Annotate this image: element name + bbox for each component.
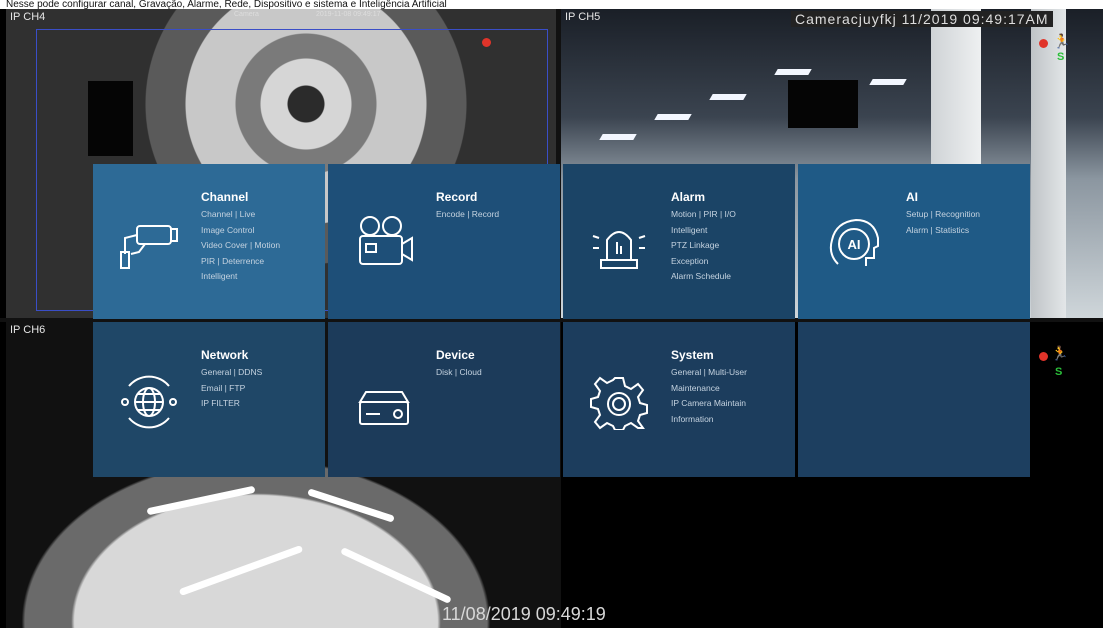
tile-title: AI <box>906 190 918 204</box>
light-reflection <box>178 544 304 597</box>
tile-items: General | DDNS Email | FTP IP FILTER <box>201 365 262 412</box>
menu-tile-channel[interactable]: Channel Channel | Live Image Control Vid… <box>93 164 325 319</box>
tile-item[interactable]: Information <box>671 412 747 428</box>
record-indicator-icon <box>1039 39 1048 48</box>
ceiling-light <box>654 114 692 120</box>
ceiling-light <box>709 94 747 100</box>
ceiling-light <box>599 134 637 140</box>
status-s-badge: S <box>1057 51 1065 63</box>
ceiling-light <box>869 79 907 85</box>
gear-icon <box>590 376 648 430</box>
light-reflection <box>146 485 256 516</box>
osd-text: Cameracjuyfkj 11/2019 09:49:17AM <box>791 11 1053 27</box>
tile-title: Record <box>436 190 478 204</box>
record-indicator-icon <box>1039 352 1048 361</box>
top-banner-text: Nesse pode configurar canal, Gravação, A… <box>0 0 1103 9</box>
cctv-camera-icon <box>120 225 178 269</box>
tile-items: Encode | Record <box>436 207 499 223</box>
tile-item[interactable]: Email | FTP <box>201 381 262 397</box>
tile-item[interactable]: IP FILTER <box>201 396 262 412</box>
human-detection-icon: 🏃 <box>1051 345 1069 361</box>
tile-item[interactable]: Alarm Schedule <box>671 269 736 285</box>
privacy-mask <box>788 80 858 128</box>
menu-tile-ai[interactable]: AI AI Setup | Recognition Alarm | Statis… <box>798 164 1030 319</box>
tile-title: Alarm <box>671 190 706 204</box>
camera-label: IP CH6 <box>10 324 46 336</box>
menu-tile-record[interactable]: Record Encode | Record <box>328 164 560 319</box>
osd-timestamp: 2019-11-08 09:49:17 <box>316 11 381 18</box>
tile-items: Setup | Recognition Alarm | Statistics <box>906 207 980 238</box>
tile-items: Motion | PIR | I/O Intelligent PTZ Linka… <box>671 207 736 285</box>
video-camera-icon <box>359 216 413 265</box>
svg-text:AI: AI <box>848 237 861 252</box>
menu-tile-network[interactable]: Network General | DDNS Email | FTP IP FI… <box>93 322 325 477</box>
camera-label: IP CH5 <box>565 11 601 23</box>
tile-item[interactable]: Image Control <box>201 223 280 239</box>
tile-items: General | Multi-User Maintenance IP Came… <box>671 365 747 427</box>
tile-items: Disk | Cloud <box>436 365 482 381</box>
tile-title: System <box>671 348 714 362</box>
human-detection-icon: 🏃 <box>1053 33 1071 49</box>
tile-item[interactable]: PTZ Linkage <box>671 238 736 254</box>
tile-item[interactable]: Encode | Record <box>436 207 499 223</box>
ceiling-light <box>774 69 812 75</box>
dvr-device-icon <box>358 391 410 425</box>
tile-item[interactable]: Channel | Live <box>201 207 280 223</box>
globe-network-icon <box>121 375 177 429</box>
tile-item[interactable]: General | Multi-User <box>671 365 747 381</box>
tile-item[interactable]: Video Cover | Motion <box>201 238 280 254</box>
tile-item[interactable]: IP Camera Maintain <box>671 396 747 412</box>
tile-title: Network <box>201 348 249 362</box>
status-s-badge: S <box>1055 366 1063 378</box>
tile-item[interactable]: Intelligent <box>201 269 280 285</box>
tile-item[interactable]: Maintenance <box>671 381 747 397</box>
tile-title: Device <box>436 348 475 362</box>
tile-item[interactable]: Setup | Recognition <box>906 207 980 223</box>
menu-tile-empty <box>798 322 1030 477</box>
camera-label: IP CH4 <box>10 11 46 23</box>
tile-item[interactable]: Exception <box>671 254 736 270</box>
light-reflection <box>340 546 452 605</box>
tile-item[interactable]: Alarm | Statistics <box>906 223 980 239</box>
light-reflection <box>307 488 395 523</box>
siren-icon <box>592 231 646 269</box>
record-indicator-icon <box>482 38 491 47</box>
tile-item[interactable]: Intelligent <box>671 223 736 239</box>
menu-tile-system[interactable]: System General | Multi-User Maintenance … <box>563 322 795 477</box>
osd-camera-name: Camera <box>234 11 259 18</box>
menu-tile-device[interactable]: Device Disk | Cloud <box>328 322 560 477</box>
privacy-mask <box>88 81 133 156</box>
ai-head-icon: AI <box>829 218 879 266</box>
tile-item[interactable]: Motion | PIR | I/O <box>671 207 736 223</box>
tile-item[interactable]: PIR | Deterrence <box>201 254 280 270</box>
tile-items: Channel | Live Image Control Video Cover… <box>201 207 280 285</box>
system-clock: 11/08/2019 09:49:19 <box>442 604 606 624</box>
menu-tile-alarm[interactable]: Alarm Motion | PIR | I/O Intelligent PTZ… <box>563 164 795 319</box>
tile-item[interactable]: General | DDNS <box>201 365 262 381</box>
tile-item[interactable]: Disk | Cloud <box>436 365 482 381</box>
tile-title: Channel <box>201 190 249 204</box>
